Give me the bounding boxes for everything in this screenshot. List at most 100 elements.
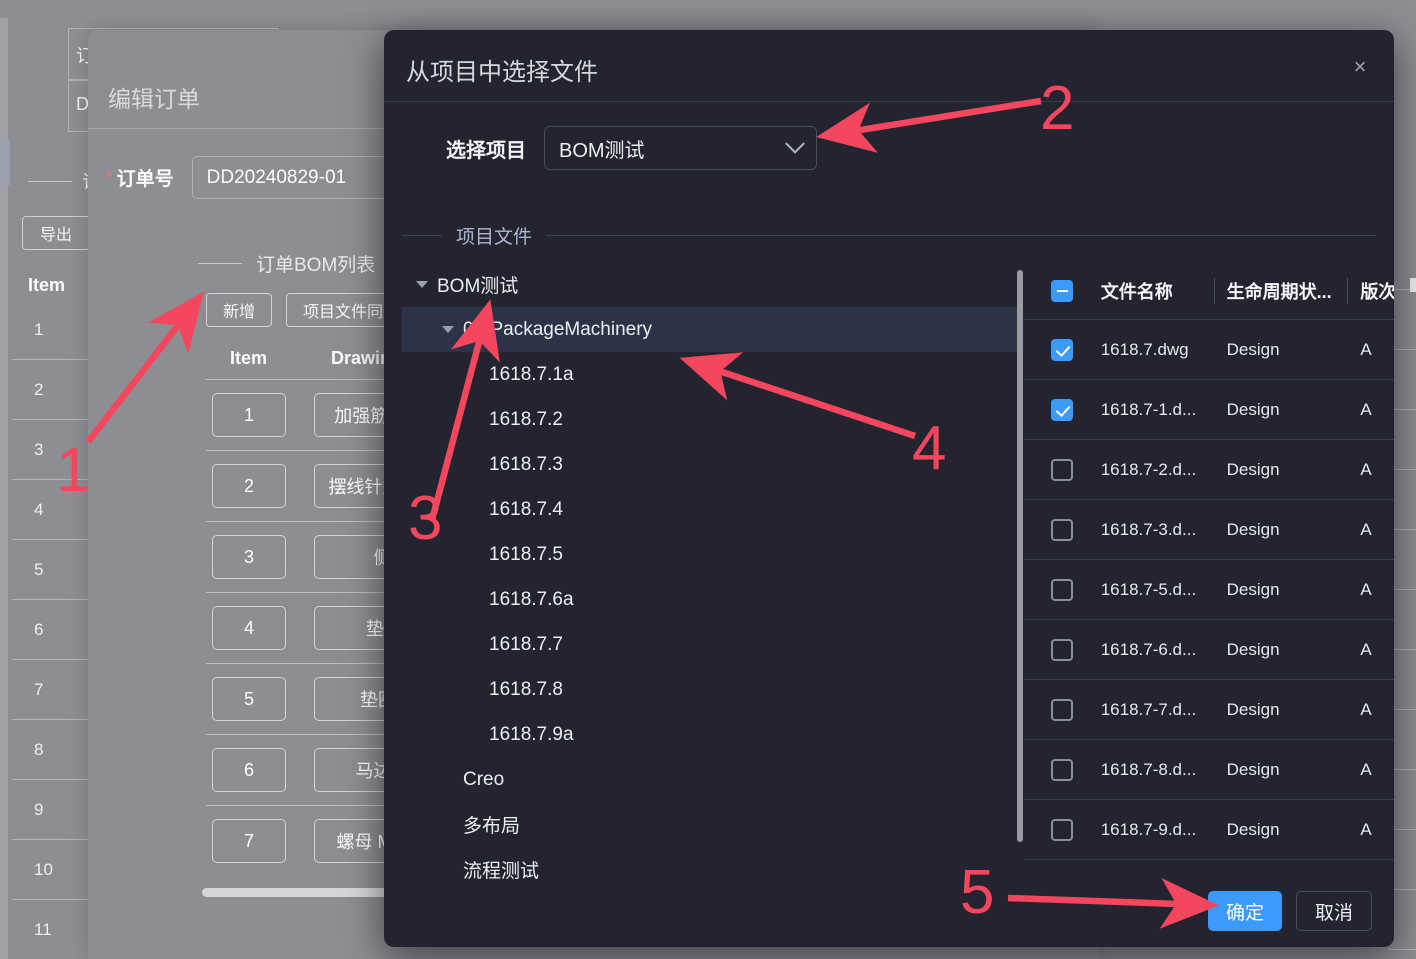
file-table-row[interactable]: 1618.7-6.d...DesignAplanzr2024-07-08... bbox=[1024, 620, 1394, 680]
edit-order-title: 编辑订单 bbox=[108, 86, 200, 112]
row-checkbox-cell[interactable] bbox=[1024, 578, 1101, 601]
row-checkbox[interactable] bbox=[1051, 458, 1074, 481]
tree-node[interactable]: 1618.7.1a bbox=[402, 352, 1020, 397]
select-file-dialog: 从项目中选择文件 × 选择项目 BOM测试 项目文件 BOM测试 01-Packa… bbox=[384, 30, 1394, 947]
tree-node-label: 1618.7.7 bbox=[489, 633, 563, 655]
background-index-row: 1 bbox=[12, 300, 90, 360]
tree-node-label: 1618.7.2 bbox=[489, 408, 563, 430]
file-name-cell: 1618.7.dwg bbox=[1100, 339, 1189, 359]
row-checkbox[interactable] bbox=[1051, 338, 1074, 361]
tree-node[interactable]: 1618.7.8 bbox=[402, 667, 1020, 712]
file-name-cell: 1618.7-5.d... bbox=[1100, 579, 1197, 599]
column-header-label: 版次 bbox=[1360, 281, 1394, 302]
background-selected-rail bbox=[0, 140, 10, 185]
close-icon[interactable]: × bbox=[1348, 56, 1372, 78]
background-index-row: 4 bbox=[12, 480, 90, 540]
file-table-body: 1618.7.dwgDesignAplanzr2024-07-08...1618… bbox=[1024, 320, 1394, 860]
tree-node[interactable]: Creo bbox=[402, 757, 1020, 802]
order-no-value: DD20240829-01 bbox=[206, 166, 347, 188]
bom-item-cell[interactable]: 3 bbox=[212, 535, 286, 579]
bom-item-cell[interactable]: 7 bbox=[212, 819, 286, 863]
order-no-label: 订单号 bbox=[116, 169, 174, 190]
chevron-down-icon bbox=[785, 133, 805, 154]
row-checkbox-cell[interactable] bbox=[1024, 518, 1101, 541]
divider-dash-left bbox=[198, 263, 242, 264]
caret-down-icon[interactable] bbox=[442, 326, 454, 333]
screen-root: 订 D 订单 导出 Item 1234567891011 编辑订单 * 订单号 … bbox=[0, 0, 1416, 959]
row-checkbox-cell[interactable] bbox=[1024, 398, 1101, 421]
row-checkbox-cell[interactable] bbox=[1024, 698, 1101, 721]
tree-node[interactable]: 1618.7.9a bbox=[402, 712, 1020, 757]
background-index-row: 9 bbox=[12, 780, 90, 840]
file-name-cell: 1618.7-8.d... bbox=[1100, 759, 1197, 779]
file-name-cell: 1618.7-2.d... bbox=[1100, 459, 1197, 479]
row-checkbox[interactable] bbox=[1051, 818, 1074, 841]
version-cell: A bbox=[1360, 459, 1372, 479]
file-table-row[interactable]: 1618.7.dwgDesignAplanzr2024-07-08... bbox=[1024, 320, 1394, 380]
confirm-button[interactable]: 确定 bbox=[1207, 891, 1282, 931]
version-cell: A bbox=[1360, 579, 1372, 599]
select-project-dropdown[interactable]: BOM测试 bbox=[544, 126, 817, 170]
lifecycle-cell: Design bbox=[1226, 699, 1280, 719]
column-separator bbox=[1347, 277, 1349, 304]
dialog-footer: 确定 取消 bbox=[384, 875, 1394, 947]
add-button[interactable]: 新增 bbox=[206, 293, 273, 327]
row-checkbox[interactable] bbox=[1051, 698, 1074, 721]
tree-vertical-scrollbar[interactable] bbox=[1017, 270, 1023, 842]
select-project-label: 选择项目 bbox=[446, 139, 526, 162]
cancel-button[interactable]: 取消 bbox=[1295, 891, 1372, 931]
file-table-row[interactable]: 1618.7-9.d...DesignAplanzr2024-07-08... bbox=[1024, 800, 1394, 860]
file-name-cell: 1618.7-6.d... bbox=[1100, 639, 1197, 659]
row-checkbox[interactable] bbox=[1051, 638, 1074, 661]
background-index-row: 11 bbox=[12, 900, 90, 959]
bom-item-cell[interactable]: 6 bbox=[212, 748, 286, 792]
file-table-row[interactable]: 1618.7-2.d...DesignAplanzr2024-07-08... bbox=[1024, 440, 1394, 500]
file-table-row[interactable]: 1618.7-1.d...DesignAplanzr2024-07-08... bbox=[1024, 380, 1394, 440]
file-table-row[interactable]: 1618.7-8.d...DesignAplanzr2024-07-08... bbox=[1024, 740, 1394, 800]
row-checkbox-cell[interactable] bbox=[1024, 458, 1101, 481]
file-table-row[interactable]: 1618.7-7.d...DesignAplanzr2024-07-08... bbox=[1024, 680, 1394, 740]
tree-node[interactable]: 多布局 bbox=[402, 802, 1020, 847]
tree-node[interactable]: 1618.7.5 bbox=[402, 532, 1020, 577]
tree-node-label: 1618.7.4 bbox=[489, 498, 563, 520]
tree-node[interactable]: 1618.7.3 bbox=[402, 442, 1020, 487]
tree-node[interactable]: 01-PackageMachinery bbox=[402, 307, 1020, 352]
row-checkbox[interactable] bbox=[1051, 758, 1074, 781]
background-item-header: Item bbox=[28, 275, 66, 295]
row-checkbox-cell[interactable] bbox=[1024, 638, 1101, 661]
tree-node[interactable]: 1618.7.4 bbox=[402, 487, 1020, 532]
divider-dash-left bbox=[402, 235, 442, 236]
caret-down-icon[interactable] bbox=[416, 281, 428, 288]
select-all-checkbox[interactable] bbox=[1051, 279, 1074, 302]
version-cell: A bbox=[1360, 339, 1372, 359]
row-checkbox-cell[interactable] bbox=[1024, 338, 1101, 361]
lifecycle-cell: Design bbox=[1226, 459, 1280, 479]
background-index-row: 5 bbox=[12, 540, 90, 600]
tree-node[interactable]: 1618.7.2 bbox=[402, 397, 1020, 442]
tree-node-label: 1618.7.6a bbox=[489, 588, 574, 610]
file-table-column-header: 生命周期状... bbox=[1226, 277, 1361, 304]
bom-item-cell[interactable]: 5 bbox=[212, 677, 286, 721]
background-index-row: 3 bbox=[12, 420, 90, 480]
tree-node[interactable]: 1618.7.7 bbox=[402, 622, 1020, 667]
column-header-label: 生命周期状... bbox=[1226, 281, 1332, 302]
row-checkbox-cell[interactable] bbox=[1024, 818, 1101, 841]
tree-node[interactable]: BOM测试 bbox=[402, 262, 1020, 307]
row-checkbox-cell[interactable] bbox=[1024, 758, 1101, 781]
row-checkbox[interactable] bbox=[1051, 398, 1074, 421]
tree-node[interactable]: 1618.7.6a bbox=[402, 577, 1020, 622]
file-table-row[interactable]: 1618.7-5.d...DesignAplanzr2024-07-08... bbox=[1024, 560, 1394, 620]
bom-item-cell[interactable]: 2 bbox=[212, 464, 286, 508]
export-button[interactable]: 导出 bbox=[22, 216, 90, 250]
dialog-header: 从项目中选择文件 × bbox=[384, 30, 1394, 102]
bom-item-cell[interactable]: 4 bbox=[212, 606, 286, 650]
lifecycle-cell: Design bbox=[1226, 339, 1280, 359]
select-all-checkbox-cell[interactable] bbox=[1024, 279, 1101, 302]
bom-item-cell[interactable]: 1 bbox=[212, 393, 286, 437]
lifecycle-cell: Design bbox=[1226, 519, 1280, 539]
file-table-row[interactable]: 1618.7-3.d...DesignAplanzr2024-07-08... bbox=[1024, 500, 1394, 560]
row-checkbox[interactable] bbox=[1051, 578, 1074, 601]
row-checkbox[interactable] bbox=[1051, 518, 1074, 541]
tree-node-label: 1618.7.5 bbox=[489, 543, 563, 565]
lifecycle-cell: Design bbox=[1226, 399, 1280, 419]
